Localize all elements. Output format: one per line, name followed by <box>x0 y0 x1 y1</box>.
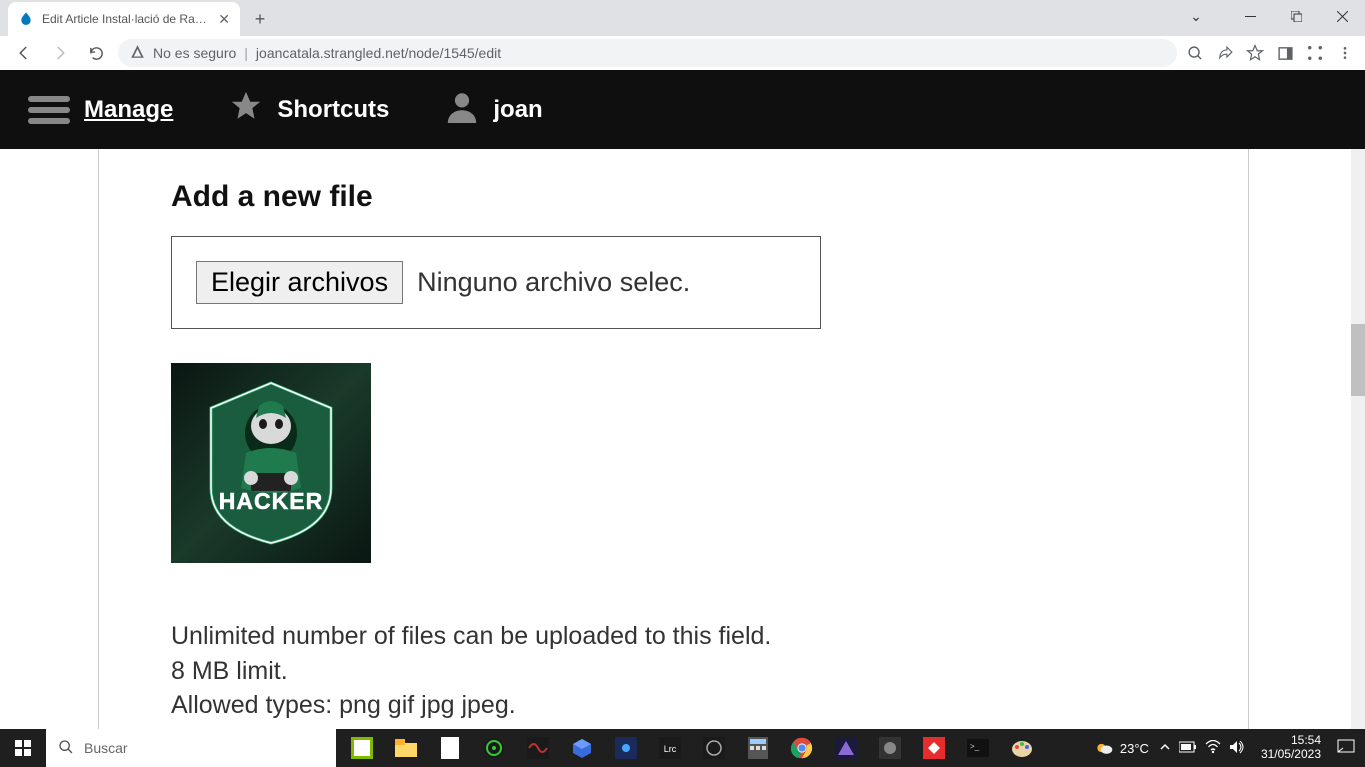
weather-temp: 23°C <box>1120 741 1149 756</box>
window-controls: ⌄ <box>1173 0 1365 32</box>
clock-date: 31/05/2023 <box>1261 748 1321 762</box>
admin-toolbar: Manage Shortcuts joan <box>0 70 1365 149</box>
tray-icons <box>1159 740 1245 757</box>
svg-text:Lrc: Lrc <box>664 744 677 754</box>
app-document-icon[interactable] <box>428 729 472 767</box>
forward-button <box>46 39 74 67</box>
app-green-circle-icon[interactable] <box>472 729 516 767</box>
not-secure-icon <box>130 44 145 62</box>
drupal-favicon-icon <box>18 11 34 27</box>
plus-icon: + <box>255 9 266 30</box>
back-button[interactable] <box>10 39 38 67</box>
app-calculator-icon[interactable] <box>736 729 780 767</box>
chevron-down-icon[interactable]: ⌄ <box>1173 0 1219 32</box>
side-panel-icon[interactable] <box>1275 43 1295 63</box>
omnibox-separator: | <box>244 45 248 61</box>
app-purple-icon[interactable] <box>824 729 868 767</box>
app-blue-cube-icon[interactable] <box>560 729 604 767</box>
file-status-text: Ninguno archivo selec. <box>417 267 690 298</box>
volume-icon[interactable] <box>1229 740 1245 757</box>
star-icon <box>229 89 263 130</box>
wifi-icon[interactable] <box>1205 740 1221 757</box>
app-explorer-icon[interactable] <box>384 729 428 767</box>
shortcuts-label: Shortcuts <box>277 96 389 124</box>
weather-widget[interactable]: 23°C <box>1094 738 1149 758</box>
address-bar: No es seguro | joancatala.strangled.net/… <box>0 36 1365 70</box>
svg-text:>_: >_ <box>970 742 980 751</box>
browser-chrome: Edit Article Instal·lació de Raspbi ✕ + … <box>0 0 1365 70</box>
maximize-button[interactable] <box>1273 0 1319 32</box>
extensions-icon[interactable] <box>1305 43 1325 63</box>
thumbnail-caption: HACKER <box>171 488 371 515</box>
zoom-icon[interactable] <box>1185 43 1205 63</box>
omnibox[interactable]: No es seguro | joancatala.strangled.net/… <box>118 39 1177 67</box>
taskbar-clock[interactable]: 15:54 31/05/2023 <box>1255 734 1327 762</box>
close-window-button[interactable] <box>1319 0 1365 32</box>
security-label: No es seguro <box>153 45 236 61</box>
search-icon <box>58 739 74 758</box>
app-lrc-icon[interactable]: Lrc <box>648 729 692 767</box>
active-tab[interactable]: Edit Article Instal·lació de Raspbi ✕ <box>8 2 240 36</box>
manage-label: Manage <box>84 96 173 124</box>
hamburger-icon <box>28 96 70 124</box>
image-thumbnail[interactable]: HACKER <box>171 363 371 563</box>
clock-time: 15:54 <box>1261 734 1321 748</box>
start-button[interactable] <box>0 729 46 767</box>
minimize-button[interactable] <box>1227 0 1273 32</box>
battery-icon[interactable] <box>1179 741 1197 756</box>
app-chrome-icon[interactable] <box>780 729 824 767</box>
app-dark-blue-icon[interactable] <box>604 729 648 767</box>
kebab-menu-icon[interactable] <box>1335 43 1355 63</box>
share-icon[interactable] <box>1215 43 1235 63</box>
search-placeholder: Buscar <box>84 740 128 756</box>
tab-bar: Edit Article Instal·lació de Raspbi ✕ + <box>0 0 1365 36</box>
app-gray-icon[interactable] <box>868 729 912 767</box>
windows-taskbar: Buscar Lrc >_ 23°C 15:54 31/05/2 <box>0 729 1365 767</box>
file-input-wrapper[interactable]: Elegir archivos Ninguno archivo selec. <box>171 236 821 329</box>
close-tab-icon[interactable]: ✕ <box>218 11 230 28</box>
content-card: Add a new file Elegir archivos Ninguno a… <box>98 149 1249 729</box>
url-text: joancatala.strangled.net/node/1545/edit <box>256 45 501 61</box>
vertical-scrollbar[interactable] <box>1351 149 1365 729</box>
chevron-up-icon[interactable] <box>1159 741 1171 756</box>
help-line-3: Allowed types: png gif jpg jpeg. <box>171 688 1176 723</box>
new-tab-button[interactable]: + <box>246 5 274 33</box>
tab-title: Edit Article Instal·lació de Raspbi <box>42 12 210 26</box>
system-tray: 23°C 15:54 31/05/2023 <box>1084 729 1365 767</box>
scrollbar-thumb[interactable] <box>1351 324 1365 396</box>
reload-button[interactable] <box>82 39 110 67</box>
app-anydesk-icon[interactable] <box>912 729 956 767</box>
notifications-icon[interactable] <box>1337 739 1355 758</box>
manage-menu[interactable]: Manage <box>0 70 201 149</box>
browser-toolbar-icons <box>1185 43 1355 63</box>
app-spiral-icon[interactable] <box>692 729 736 767</box>
user-icon <box>445 89 479 130</box>
app-paint-icon[interactable] <box>1000 729 1044 767</box>
page-viewport: Add a new file Elegir archivos Ninguno a… <box>0 149 1365 729</box>
taskbar-search[interactable]: Buscar <box>46 729 336 767</box>
app-red-wave-icon[interactable] <box>516 729 560 767</box>
app-terminal-icon[interactable]: >_ <box>956 729 1000 767</box>
help-text: Unlimited number of files can be uploade… <box>171 619 1176 723</box>
shortcuts-menu[interactable]: Shortcuts <box>201 70 417 149</box>
choose-files-button[interactable]: Elegir archivos <box>196 261 403 304</box>
taskbar-apps: Lrc >_ <box>336 729 1084 767</box>
bookmark-star-icon[interactable] <box>1245 43 1265 63</box>
help-line-1: Unlimited number of files can be uploade… <box>171 619 1176 654</box>
section-heading: Add a new file <box>171 180 1176 214</box>
help-line-2: 8 MB limit. <box>171 654 1176 689</box>
user-menu[interactable]: joan <box>417 70 570 149</box>
user-label: joan <box>493 96 542 124</box>
app-notepadpp-icon[interactable] <box>340 729 384 767</box>
